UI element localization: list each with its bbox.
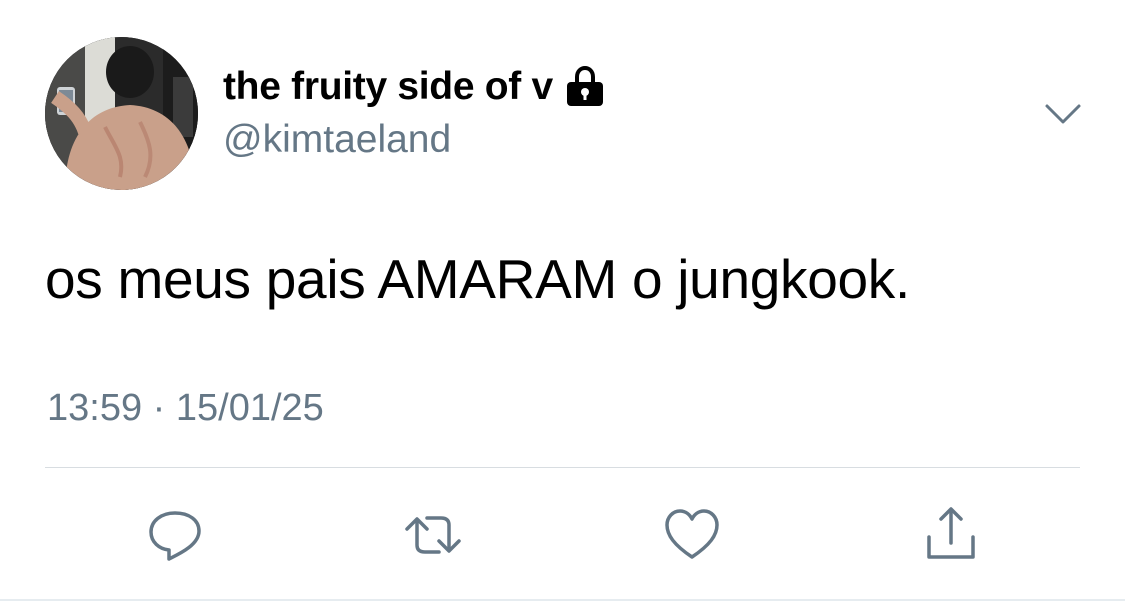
avatar-photo <box>45 37 198 190</box>
chevron-down-icon <box>1045 104 1081 124</box>
speech-bubble-icon <box>149 511 201 561</box>
avatar[interactable] <box>45 37 198 190</box>
reply-button[interactable] <box>145 505 205 565</box>
author-name-row[interactable]: the fruity side of v <box>223 62 605 112</box>
display-name[interactable]: the fruity side of v <box>223 62 553 112</box>
retweet-button[interactable] <box>403 505 463 565</box>
tweet-timestamp[interactable]: 13:59 · 15/01/25 <box>47 383 324 433</box>
share-button[interactable] <box>921 505 981 565</box>
tweet-text: os meus pais AMARAM o jungkook. <box>45 248 910 310</box>
divider <box>45 467 1080 468</box>
lock-icon <box>565 65 605 108</box>
author-handle[interactable]: @kimtaeland <box>223 116 451 164</box>
share-upload-icon <box>927 507 975 559</box>
heart-icon <box>665 509 719 559</box>
more-options-button[interactable] <box>1039 96 1087 132</box>
like-button[interactable] <box>662 505 722 565</box>
retweet-arrows-icon <box>405 516 461 554</box>
